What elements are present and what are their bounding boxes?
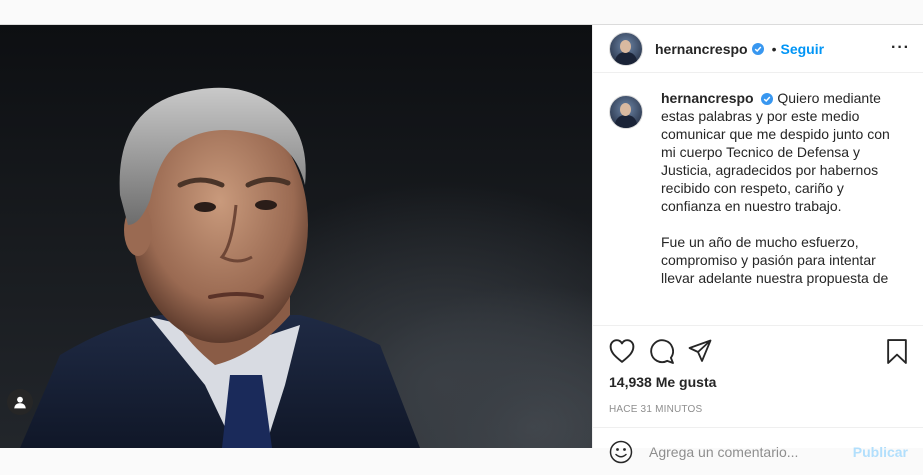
share-button[interactable] (688, 339, 712, 363)
smiley-icon (609, 440, 633, 463)
comments-section[interactable]: hernancrespo Quiero mediante estas palab… (593, 73, 923, 325)
add-comment-bar: Publicar (593, 427, 923, 475)
post-timestamp[interactable]: HACE 31 MINUTOS (609, 404, 908, 415)
portrait-photo (20, 87, 420, 448)
follow-button[interactable]: Seguir (781, 41, 825, 57)
like-button[interactable] (609, 339, 635, 363)
avatar[interactable] (609, 31, 643, 66)
user-tag-button[interactable] (7, 389, 33, 415)
caption-row: hernancrespo Quiero mediante estas palab… (609, 89, 908, 305)
caption-avatar[interactable] (609, 95, 643, 129)
paper-plane-icon (688, 339, 712, 362)
post-header: hernancrespo • Seguir ··· (593, 25, 923, 73)
verified-badge-icon (751, 42, 764, 55)
comment-input[interactable] (647, 442, 853, 461)
caption-paragraph-2: Fue un año de mucho esfuerzo, compromiso… (661, 234, 889, 286)
emoji-button[interactable] (609, 440, 633, 464)
separator-dot: • (771, 40, 777, 57)
bookmark-icon (887, 338, 907, 364)
caption-username-link[interactable]: hernancrespo (661, 90, 754, 106)
heart-icon (609, 339, 635, 363)
comment-icon (650, 338, 674, 364)
caption-text: hernancrespo Quiero mediante estas palab… (661, 89, 901, 305)
likes-count[interactable]: 14,938 Me gusta (609, 374, 908, 390)
comment-button[interactable] (649, 338, 674, 364)
post-container: hernancrespo • Seguir ··· hernancrespo Q… (0, 24, 923, 463)
publish-button[interactable]: Publicar (853, 444, 908, 460)
user-tag-icon (14, 396, 26, 409)
post-image[interactable] (0, 25, 592, 448)
verified-badge-icon (761, 93, 774, 105)
action-bar: 14,938 Me gusta HACE 31 MINUTOS (593, 325, 923, 415)
post-sidebar: hernancrespo • Seguir ··· hernancrespo Q… (592, 25, 923, 463)
save-button[interactable] (886, 338, 908, 364)
username-link[interactable]: hernancrespo (655, 41, 748, 57)
more-options-icon[interactable]: ··· (891, 40, 910, 56)
caption-paragraph-1: Quiero mediante estas palabras y por est… (661, 90, 890, 214)
